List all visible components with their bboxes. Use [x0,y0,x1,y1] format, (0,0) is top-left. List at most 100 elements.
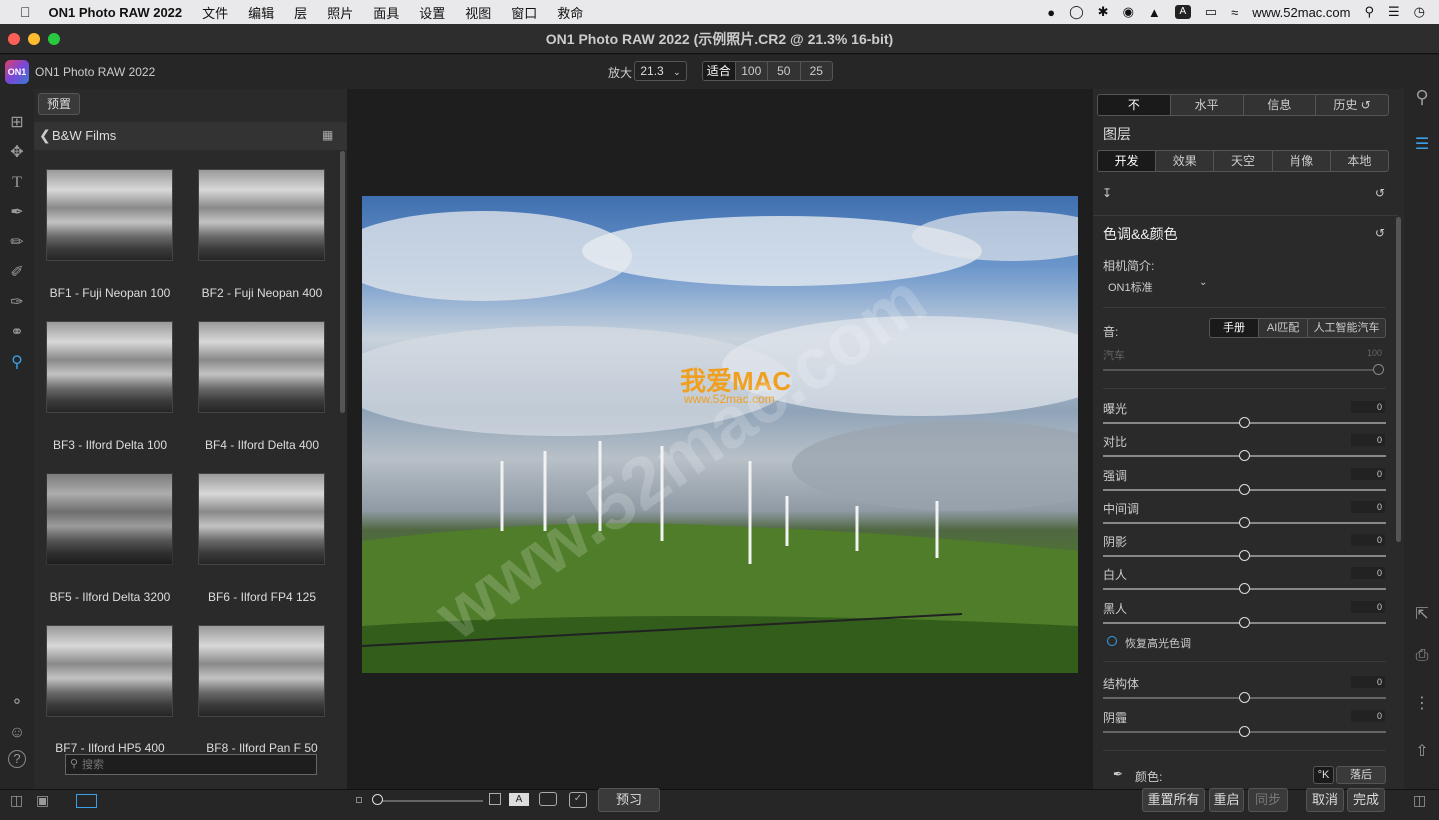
record-icon[interactable]: ◉ [1123,4,1134,20]
midtones-slider-knob[interactable] [1239,517,1250,528]
tab-levels[interactable]: 水平 [1169,95,1243,115]
color-kelvin-button[interactable]: °K [1313,766,1334,784]
image-canvas[interactable]: 我爱MAC www.52mac.com www.52mac.com [347,89,1093,789]
auto-slider-knob[interactable] [1373,364,1384,375]
resize-icon[interactable]: ⇱ [1411,604,1433,626]
scrollbar[interactable] [1396,217,1401,542]
menu-edit[interactable]: 编辑 [248,3,274,22]
menu-layer[interactable]: 层 [294,3,307,22]
zoom-25-button[interactable]: 25 [799,62,833,80]
help-icon[interactable]: ? [8,750,26,768]
contrast-slider-knob[interactable] [1239,450,1250,461]
toggle-left-panel-icon[interactable]: ◫ [10,792,23,809]
tab-info[interactable]: 信息 [1242,95,1316,115]
apple-icon[interactable]:  [20,4,31,20]
crop-icon[interactable]: ⊞ [6,112,28,134]
thumb-size-slider-knob[interactable] [372,794,383,805]
tab-history[interactable]: 历史 ↺ [1315,95,1388,115]
adjust-brush-icon[interactable]: ✒ [6,202,28,224]
qq-icon[interactable]: ● [1047,5,1055,20]
brush-icon[interactable]: ✏ [6,232,28,254]
share-icon[interactable]: ⋮ [1411,693,1433,715]
clipping-toggle-icon[interactable] [489,793,501,805]
preset-thumbnail[interactable] [198,169,325,261]
cancel-button[interactable]: 取消 [1306,788,1344,812]
overlay-text-icon[interactable]: A [509,793,529,806]
close-window-icon[interactable] [8,33,20,45]
preset-thumbnail[interactable] [46,473,173,565]
scrollbar[interactable] [340,151,345,413]
menu-window[interactable]: 窗口 [511,3,537,22]
reset-button[interactable]: 重启 [1209,788,1244,812]
wifi-icon[interactable]: ≈ [1231,5,1238,20]
mouse-icon[interactable]: ◯ [1069,4,1084,20]
grid-view-icon[interactable]: ▦ [322,128,333,142]
exposure-slider-knob[interactable] [1239,417,1250,428]
whites-slider-knob[interactable] [1239,583,1250,594]
mask-view-icon[interactable] [539,792,557,806]
zoom-fit-button[interactable]: 适合 [703,62,735,80]
tone-ai-match-button[interactable]: AI匹配 [1258,319,1307,337]
user-icon[interactable]: ☺ [6,722,28,744]
menubar-website[interactable]: www.52mac.com [1252,5,1350,20]
tab-portrait[interactable]: 肖像 [1271,151,1330,171]
preset-thumbnail[interactable] [198,473,325,565]
tab-local[interactable]: 本地 [1329,151,1388,171]
category-header[interactable]: ❮ B&W Films ▦ [34,122,347,150]
sync-button[interactable]: 同步 [1248,788,1288,812]
exposure-value[interactable]: 0 [1351,401,1385,413]
tab-sky[interactable]: 天空 [1213,151,1271,171]
view-hand-icon[interactable]: ⚲ [6,352,28,374]
shadows-slider-knob[interactable] [1239,550,1250,561]
presets-button[interactable]: 预置 [38,93,80,115]
search-input[interactable] [82,756,312,773]
auto-slider-track[interactable] [1103,369,1378,371]
shadows-value[interactable]: 0 [1351,534,1385,546]
thumb-size-slider-track[interactable] [378,800,483,802]
tab-develop[interactable]: 开发 [1098,151,1156,171]
whites-value[interactable]: 0 [1351,567,1385,579]
compare-view-icon[interactable]: ▣ [36,792,49,809]
browse-icon[interactable]: ⚲ [1411,86,1433,108]
preset-search[interactable]: ⚲ [65,754,317,775]
tone-manual-button[interactable]: 手册 [1210,319,1259,337]
blacks-slider-knob[interactable] [1239,617,1250,628]
move-icon[interactable]: ✥ [6,142,28,164]
trash-icon[interactable]: ▲ [1148,5,1161,20]
before-after-icon[interactable]: ✓ [569,792,587,808]
preset-thumbnail[interactable] [46,169,173,261]
structure-slider-knob[interactable] [1239,692,1250,703]
menu-file[interactable]: 文件 [202,3,228,22]
retouch-brush-icon[interactable]: ✑ [6,292,28,314]
blacks-value[interactable]: 0 [1351,601,1385,613]
single-view-icon[interactable] [76,794,97,808]
tone-ai-auto-button[interactable]: 人工智能汽车 [1307,319,1385,337]
highlights-value[interactable]: 0 [1351,468,1385,480]
export-icon[interactable]: ⇧ [1411,741,1433,763]
tab-none[interactable]: 不 [1098,95,1170,115]
zoom-50-button[interactable]: 50 [767,62,800,80]
clock-icon[interactable]: ◷ [1414,4,1425,20]
zoom-100-button[interactable]: 100 [734,62,768,80]
edit-sliders-icon[interactable]: ☰ [1411,134,1433,156]
menu-mask[interactable]: 面具 [373,3,399,22]
preset-thumbnail[interactable] [198,321,325,413]
reset-all-button[interactable]: 重置所有 [1142,788,1205,812]
chevron-left-icon[interactable]: ❮ [39,127,51,144]
print-icon[interactable]: ⎙ [1411,645,1433,667]
input-method-icon[interactable]: A [1174,5,1191,19]
eyedropper-icon[interactable]: ✒ [1113,767,1123,781]
preset-thumbnail[interactable] [46,625,173,717]
haze-slider-knob[interactable] [1239,726,1250,737]
menu-view[interactable]: 视图 [465,3,491,22]
clone-stamp-icon[interactable]: ⚭ [6,322,28,344]
photo-preview[interactable]: 我爱MAC www.52mac.com www.52mac.com [362,196,1078,673]
menu-photo[interactable]: 照片 [327,3,353,22]
masking-brush-icon[interactable]: ✐ [6,262,28,284]
haze-value[interactable]: 0 [1351,710,1385,722]
zoom-window-icon[interactable] [48,33,60,45]
preview-button[interactable]: 预习 [598,788,660,812]
bug-icon[interactable]: ✱ [1098,4,1109,20]
structure-value[interactable]: 0 [1351,676,1385,688]
reset-section-icon[interactable]: ↺ [1375,226,1385,240]
